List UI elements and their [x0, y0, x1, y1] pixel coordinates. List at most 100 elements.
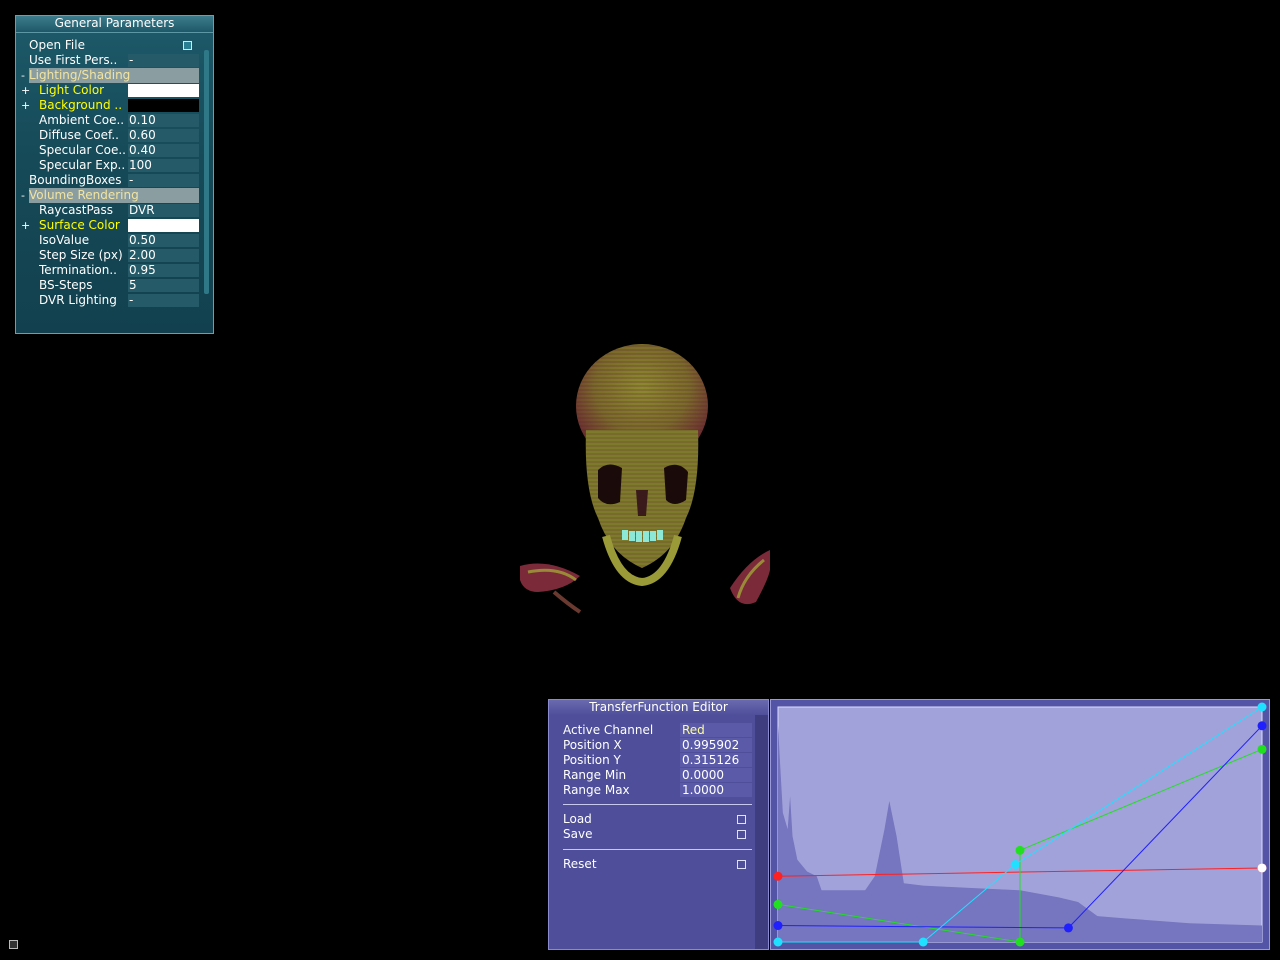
tf-panel-title[interactable]: TransferFunction Editor	[549, 700, 768, 715]
save-row[interactable]: Save	[563, 827, 753, 842]
expand-toggle-icon[interactable]: -	[21, 188, 29, 203]
load-button[interactable]	[737, 815, 746, 824]
param-row[interactable]: RaycastPass DVR	[16, 203, 206, 218]
expand-toggle-icon[interactable]: +	[21, 83, 30, 98]
param-row[interactable]: - Volume Rendering	[16, 188, 206, 203]
scrollbar[interactable]	[204, 50, 209, 294]
param-label: BS-Steps	[39, 278, 93, 292]
tf-field-label: Range Min	[563, 768, 627, 782]
green-control-point[interactable]	[1257, 744, 1267, 754]
reset-button[interactable]	[737, 860, 746, 869]
param-row[interactable]: Use First Pers.. -	[16, 53, 206, 68]
param-value[interactable]: 0.50	[128, 234, 199, 247]
param-row[interactable]: Open File	[16, 38, 206, 53]
divider	[563, 849, 752, 850]
param-row[interactable]: Ambient Coe.. 0.10	[16, 113, 206, 128]
tf-field-row[interactable]: Range Min 0.0000	[563, 768, 753, 783]
param-value[interactable]: 0.40	[128, 144, 199, 157]
load-label: Load	[563, 812, 592, 826]
param-label: Ambient Coe..	[39, 113, 125, 127]
tf-field-value[interactable]: 0.995902	[680, 738, 752, 752]
param-row[interactable]: + Surface Color	[16, 218, 206, 233]
param-row[interactable]: BS-Steps 5	[16, 278, 206, 293]
cyan-control-point[interactable]	[773, 937, 783, 947]
cyan-control-point[interactable]	[918, 937, 928, 947]
transfer-function-graph-panel	[770, 699, 1270, 950]
param-row[interactable]: + Light Color	[16, 83, 206, 98]
color-swatch[interactable]	[128, 99, 199, 112]
red-control-point[interactable]	[773, 871, 783, 881]
param-label: Volume Rendering	[29, 188, 199, 203]
param-value[interactable]: 100	[128, 159, 199, 172]
param-label: Use First Pers..	[29, 53, 118, 67]
save-button[interactable]	[737, 830, 746, 839]
param-label: BoundingBoxes	[29, 173, 122, 187]
color-swatch[interactable]	[128, 84, 199, 97]
tf-field-value[interactable]: 0.0000	[680, 768, 752, 782]
param-value[interactable]: -	[128, 294, 199, 307]
tf-field-row[interactable]: Position Y 0.315126	[563, 753, 753, 768]
tf-field-row[interactable]: Active Channel Red	[563, 723, 753, 738]
green-control-point[interactable]	[1015, 937, 1025, 947]
param-row[interactable]: DVR Lighting -	[16, 293, 206, 308]
blue-control-point[interactable]	[1063, 923, 1073, 933]
open-file-button[interactable]	[183, 41, 192, 50]
load-row[interactable]: Load	[563, 812, 753, 827]
expand-toggle-icon[interactable]: +	[21, 98, 30, 113]
param-row[interactable]: Termination.. 0.95	[16, 263, 206, 278]
green-control-point[interactable]	[773, 899, 783, 909]
cyan-control-point[interactable]	[1010, 859, 1020, 869]
param-value[interactable]: DVR	[128, 204, 199, 217]
cyan-control-point[interactable]	[1257, 702, 1267, 712]
tf-scrollbar[interactable]	[755, 715, 768, 949]
selected-control-point[interactable]	[1257, 863, 1267, 873]
param-label: Diffuse Coef..	[39, 128, 119, 142]
tf-field-value[interactable]: 0.315126	[680, 753, 752, 767]
param-label: Light Color	[39, 83, 105, 97]
param-row[interactable]: - Lighting/Shading	[16, 68, 206, 83]
blue-control-point[interactable]	[773, 921, 783, 931]
tf-field-row[interactable]: Range Max 1.0000	[563, 783, 753, 798]
param-value[interactable]: 2.00	[128, 249, 199, 262]
param-row[interactable]: IsoValue 0.50	[16, 233, 206, 248]
reset-row[interactable]: Reset	[563, 857, 753, 872]
param-label: Lighting/Shading	[29, 68, 199, 83]
corner-icon[interactable]	[9, 940, 18, 949]
expand-toggle-icon[interactable]: -	[21, 68, 29, 83]
param-value[interactable]: -	[128, 174, 199, 187]
tf-field-value[interactable]: 1.0000	[680, 783, 752, 797]
param-value[interactable]: -	[128, 54, 199, 67]
param-label: Specular Exp..	[39, 158, 126, 172]
transfer-function-graph[interactable]	[771, 700, 1269, 949]
param-row[interactable]: BoundingBoxes -	[16, 173, 206, 188]
param-row[interactable]: Specular Exp.. 100	[16, 158, 206, 173]
color-swatch[interactable]	[128, 219, 199, 232]
param-label: Termination..	[39, 263, 117, 277]
blue-control-point[interactable]	[1257, 721, 1267, 731]
tf-field-label: Position X	[563, 738, 622, 752]
tf-field-row[interactable]: Position X 0.995902	[563, 738, 753, 753]
transfer-function-panel: TransferFunction Editor Active Channel Re…	[548, 699, 769, 950]
tf-field-value[interactable]: Red	[680, 723, 752, 737]
param-row[interactable]: + Background ..	[16, 98, 206, 113]
param-label: RaycastPass	[39, 203, 113, 217]
param-label: DVR Lighting	[39, 293, 117, 307]
tf-field-label: Active Channel	[563, 723, 654, 737]
volume-render-viewport[interactable]	[518, 340, 772, 615]
tf-field-label: Position Y	[563, 753, 621, 767]
save-label: Save	[563, 827, 593, 841]
skull-image	[520, 344, 770, 614]
param-value[interactable]: 0.60	[128, 129, 199, 142]
param-row[interactable]: Diffuse Coef.. 0.60	[16, 128, 206, 143]
general-parameters-panel: General Parameters Open File Use First Pe…	[15, 15, 214, 334]
expand-toggle-icon[interactable]: +	[21, 218, 30, 233]
panel-title[interactable]: General Parameters	[16, 16, 213, 33]
param-label: Step Size (px)	[39, 248, 123, 262]
param-value[interactable]: 0.95	[128, 264, 199, 277]
param-row[interactable]: Specular Coe.. 0.40	[16, 143, 206, 158]
param-row[interactable]: Step Size (px) 2.00	[16, 248, 206, 263]
param-value[interactable]: 0.10	[128, 114, 199, 127]
green-control-point[interactable]	[1015, 845, 1025, 855]
tf-field-label: Range Max	[563, 783, 630, 797]
param-value[interactable]: 5	[128, 279, 199, 292]
